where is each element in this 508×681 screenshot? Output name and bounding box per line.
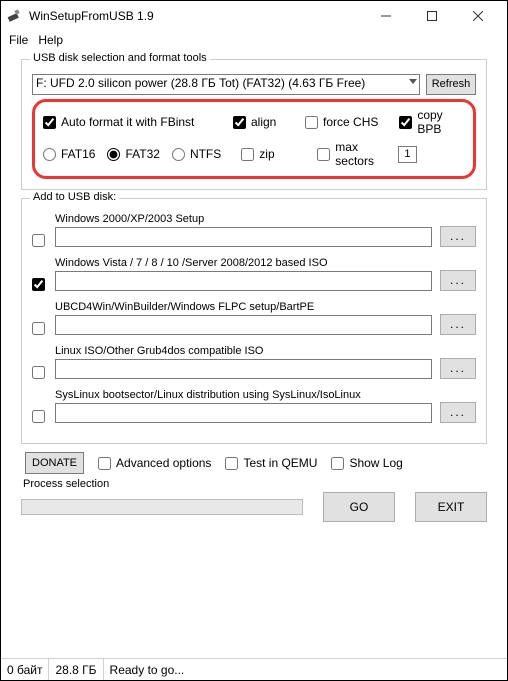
row-winvista-label: Windows Vista / 7 / 8 / 10 /Server 2008/… xyxy=(55,257,432,269)
row-syslinux-label: SysLinux bootsector/Linux distribution u… xyxy=(55,389,432,401)
autoformat-input[interactable] xyxy=(43,116,56,129)
maxsectors-checkbox[interactable]: max sectors 1 xyxy=(317,140,417,168)
row-winvista-checkbox[interactable] xyxy=(32,278,45,291)
progress-bar xyxy=(21,499,303,515)
row-ubcd-browse[interactable]: ... xyxy=(440,314,476,335)
window-title: WinSetupFromUSB 1.9 xyxy=(29,9,363,23)
row-linuxiso-browse[interactable]: ... xyxy=(440,358,476,379)
copybpb-checkbox[interactable]: copy BPB xyxy=(399,108,465,136)
row-win2000-checkbox[interactable] xyxy=(32,234,45,247)
row-ubcd-label: UBCD4Win/WinBuilder/Windows FLPC setup/B… xyxy=(55,301,432,313)
row-syslinux-checkbox[interactable] xyxy=(32,410,45,423)
row-winvista: Windows Vista / 7 / 8 / 10 /Server 2008/… xyxy=(32,257,476,291)
donate-button[interactable]: DONATE xyxy=(25,452,84,474)
advanced-options-checkbox[interactable]: Advanced options xyxy=(98,456,211,470)
row-winvista-browse[interactable]: ... xyxy=(440,270,476,291)
row-syslinux: SysLinux bootsector/Linux distribution u… xyxy=(32,389,476,423)
maxsectors-value[interactable]: 1 xyxy=(398,146,418,163)
autoformat-label: Auto format it with FBinst xyxy=(61,115,194,129)
minimize-button[interactable] xyxy=(363,1,409,31)
row-syslinux-browse[interactable]: ... xyxy=(440,402,476,423)
exit-button[interactable]: EXIT xyxy=(415,492,487,522)
maximize-button[interactable] xyxy=(409,1,455,31)
row-ubcd-path[interactable] xyxy=(55,315,432,335)
row-ubcd: UBCD4Win/WinBuilder/Windows FLPC setup/B… xyxy=(32,301,476,335)
zip-checkbox[interactable]: zip xyxy=(241,147,297,161)
process-selection-label: Process selection xyxy=(23,478,487,490)
menu-help[interactable]: Help xyxy=(38,33,63,47)
format-options-highlight: Auto format it with FBinst align force C… xyxy=(32,99,476,179)
add-to-usb-fieldset: Add to USB disk: Windows 2000/XP/2003 Se… xyxy=(21,198,487,444)
row-linuxiso-path[interactable] xyxy=(55,359,432,379)
ntfs-radio[interactable]: NTFS xyxy=(172,147,221,161)
autoformat-checkbox[interactable]: Auto format it with FBinst xyxy=(43,115,213,129)
disk-selection-legend: USB disk selection and format tools xyxy=(30,52,210,64)
app-icon xyxy=(7,8,23,24)
row-ubcd-checkbox[interactable] xyxy=(32,322,45,335)
forcechs-checkbox[interactable]: force CHS xyxy=(305,115,379,129)
menu-file[interactable]: File xyxy=(9,33,28,47)
menu-bar: File Help xyxy=(1,31,507,53)
show-log-checkbox[interactable]: Show Log xyxy=(331,456,402,470)
go-button[interactable]: GO xyxy=(323,492,395,522)
align-checkbox[interactable]: align xyxy=(233,115,285,129)
row-linuxiso-checkbox[interactable] xyxy=(32,366,45,379)
row-syslinux-path[interactable] xyxy=(55,403,432,423)
title-bar: WinSetupFromUSB 1.9 xyxy=(1,1,507,31)
row-linuxiso-label: Linux ISO/Other Grub4dos compatible ISO xyxy=(55,345,432,357)
disk-select[interactable]: F: UFD 2.0 silicon power (28.8 ГБ Tot) (… xyxy=(32,74,420,95)
row-win2000: Windows 2000/XP/2003 Setup ... xyxy=(32,213,476,247)
disk-selection-fieldset: USB disk selection and format tools F: U… xyxy=(21,59,487,190)
row-win2000-label: Windows 2000/XP/2003 Setup xyxy=(55,213,432,225)
row-linuxiso: Linux ISO/Other Grub4dos compatible ISO … xyxy=(32,345,476,379)
status-message: Ready to go... xyxy=(104,659,507,680)
row-win2000-path[interactable] xyxy=(55,227,432,247)
row-winvista-path[interactable] xyxy=(55,271,432,291)
status-bytes: 0 байт xyxy=(1,659,49,680)
row-win2000-browse[interactable]: ... xyxy=(440,226,476,247)
fat16-radio[interactable]: FAT16 xyxy=(43,147,95,161)
refresh-button[interactable]: Refresh xyxy=(426,74,476,95)
status-bar: 0 байт 28.8 ГБ Ready to go... xyxy=(1,658,507,680)
add-to-usb-legend: Add to USB disk: xyxy=(30,191,119,203)
test-qemu-checkbox[interactable]: Test in QEMU xyxy=(225,456,317,470)
status-size: 28.8 ГБ xyxy=(49,659,103,680)
close-button[interactable] xyxy=(455,1,501,31)
fat32-radio[interactable]: FAT32 xyxy=(107,147,159,161)
